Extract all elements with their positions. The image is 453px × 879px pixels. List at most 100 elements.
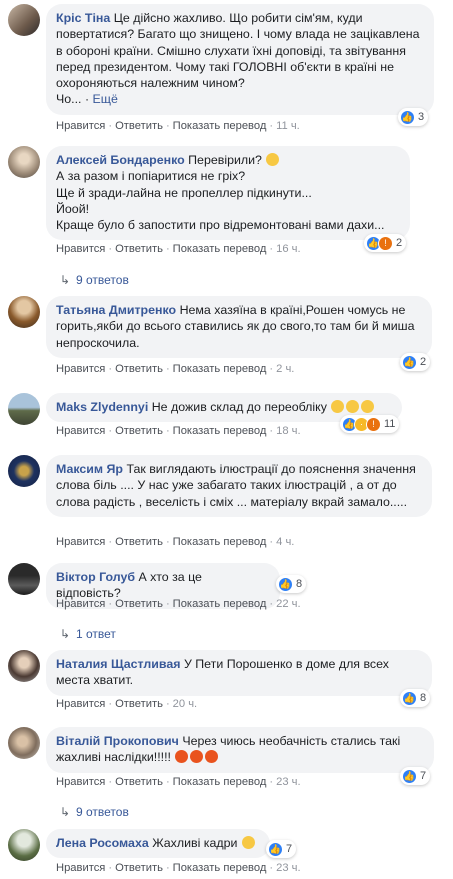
reply-link[interactable]: Ответить [115,120,163,132]
reply-link[interactable]: Ответить [115,698,163,710]
replies-count[interactable]: 9 ответов [76,805,129,819]
view-replies-link[interactable]: ↳ 9 ответов [60,273,129,287]
show-translation-link[interactable]: Показать перевод [173,776,267,788]
comment-timestamp[interactable]: 11 ч. [276,120,300,132]
comment-text: Жахливі кадри [152,836,238,850]
show-translation-link[interactable]: Показать перевод [173,120,267,132]
sad-emoji-icon [241,836,255,849]
comment-text-line: Йоой! [56,201,90,216]
reaction-count: 3 [418,111,425,123]
like-reaction-icon: 👍 [402,690,417,706]
reply-link[interactable]: Ответить [115,536,163,548]
reaction-summary[interactable]: 👍 7 [266,840,297,858]
like-link[interactable]: Нравится [56,862,105,874]
replies-count[interactable]: 9 ответов [76,273,129,287]
comment-timestamp[interactable]: 20 ч. [173,698,198,710]
comment-bubble: Лена Росомаха Жахливі кадри [46,829,270,859]
angry-reaction-icon: ! [366,416,381,432]
like-reaction-icon: 👍 [400,109,415,125]
crying-emoji-icon [331,400,345,413]
like-link[interactable]: Нравится [56,698,105,710]
comment-author[interactable]: Кріс Тіна [56,11,110,25]
reply-link[interactable]: Ответить [115,425,163,437]
comment-author[interactable]: Лена Росомаха [56,836,149,850]
avatar[interactable] [8,455,40,487]
reaction-summary[interactable]: 👍 3 [398,108,429,126]
comment-author[interactable]: Алексей Бондаренко [56,153,185,167]
angry-emoji-icon [205,750,219,764]
avatar[interactable] [8,393,40,425]
reaction-summary[interactable]: 👍 7 [400,767,431,785]
reaction-summary[interactable]: 👍 8 [400,689,431,707]
avatar[interactable] [8,563,40,595]
avatar[interactable] [8,146,40,178]
comment-actions: Нравится · Ответить · Показать перевод · 16 ч. [56,243,301,255]
show-translation-link[interactable]: Показать перевод [173,862,267,874]
comment-text-line: Перевірили? [188,153,262,167]
comment-bubble: Татьяна Дмитренко Нема хазяїна в країні,… [46,296,432,358]
comment-author[interactable]: Віталій Прокопович [56,734,179,748]
comment-actions: Нравится · Ответить · Показать перевод · 22 ч. [56,598,301,610]
reaction-summary[interactable]: 👍 8 [276,575,307,593]
avatar[interactable] [8,727,40,759]
comment-timestamp[interactable]: 23 ч. [276,862,301,874]
like-reaction-icon: 👍 [402,354,417,370]
show-translation-link[interactable]: Показать перевод [173,598,267,610]
comment-actions: Нравится · Ответить · Показать перевод · 18 ч. [56,425,301,437]
like-link[interactable]: Нравится [56,776,105,788]
reply-link[interactable]: Ответить [115,776,163,788]
avatar[interactable] [8,650,40,682]
like-link[interactable]: Нравится [56,120,105,132]
show-translation-link[interactable]: Показать перевод [173,363,267,375]
like-link[interactable]: Нравится [56,536,105,548]
reaction-summary[interactable]: 👍 · ! 11 [340,415,400,433]
comment-timestamp[interactable]: 16 ч. [276,243,301,255]
avatar[interactable] [8,829,40,861]
comment-author[interactable]: Віктор Голуб [56,570,135,584]
reply-link[interactable]: Ответить [115,243,163,255]
like-reaction-icon: 👍 [278,576,293,592]
comment-actions: Нравится · Ответить · Показать перевод · 4 ч. [56,536,295,548]
reaction-count: 2 [396,237,403,249]
show-translation-link[interactable]: Показать перевод [173,243,267,255]
show-translation-link[interactable]: Показать перевод [173,425,267,437]
comment-timestamp[interactable]: 22 ч. [276,598,301,610]
like-link[interactable]: Нравится [56,243,105,255]
reply-arrow-icon: ↳ [60,805,71,819]
comment-actions: Нравится · Ответить · Показать перевод · 2 ч. [56,363,295,375]
view-replies-link[interactable]: ↳ 1 ответ [60,627,116,641]
comment-actions: Нравится · Ответить · Показать перевод · 11 ч. [56,120,300,132]
replies-count[interactable]: 1 ответ [76,627,116,641]
reply-link[interactable]: Ответить [115,363,163,375]
comment-timestamp[interactable]: 23 ч. [276,776,301,788]
see-more-link[interactable]: Ещё [93,92,118,106]
comment-text: Це дійсно жахливо. Що робити сім'ям, куд… [56,11,420,91]
comment-text-line: А за разом і попіаритися не гріх? [56,169,246,184]
reaction-summary[interactable]: 👍 ! 2 [364,234,407,252]
avatar[interactable] [8,296,40,328]
comment-text-line: Ще й зради-лайна не пропеллер підкинути.… [56,185,312,200]
comment-text-line: Краще було б запостити про відремонтован… [56,218,385,233]
comment-timestamp[interactable]: 4 ч. [276,536,294,548]
like-link[interactable]: Нравится [56,598,105,610]
comment-bubble: Віталій Прокопович Через чиюсь необачніс… [46,727,434,773]
reply-link[interactable]: Ответить [115,598,163,610]
view-replies-link[interactable]: ↳ 9 ответов [60,805,129,819]
reply-arrow-icon: ↳ [60,627,71,641]
comment-author[interactable]: Максим Яр [56,462,123,476]
comment-actions: Нравится · Ответить · Показать перевод · 23 ч. [56,862,301,874]
like-link[interactable]: Нравится [56,425,105,437]
comment-author[interactable]: Татьяна Дмитренко [56,303,176,317]
reaction-summary[interactable]: 👍 2 [400,353,431,371]
avatar[interactable] [8,4,40,36]
comment-author[interactable]: Наталия Щастливая [56,657,181,671]
comment-bubble: Максим Яр Так виглядають ілюстрації до п… [46,455,432,517]
reaction-count: 11 [384,418,396,430]
comment-bubble: Кріс Тіна Це дійсно жахливо. Що робити с… [46,4,434,115]
comment-timestamp[interactable]: 18 ч. [276,425,301,437]
like-link[interactable]: Нравится [56,363,105,375]
comment-timestamp[interactable]: 2 ч. [276,363,294,375]
reply-link[interactable]: Ответить [115,862,163,874]
show-translation-link[interactable]: Показать перевод [173,536,267,548]
comment-author[interactable]: Maks Zlydennyi [56,400,148,414]
